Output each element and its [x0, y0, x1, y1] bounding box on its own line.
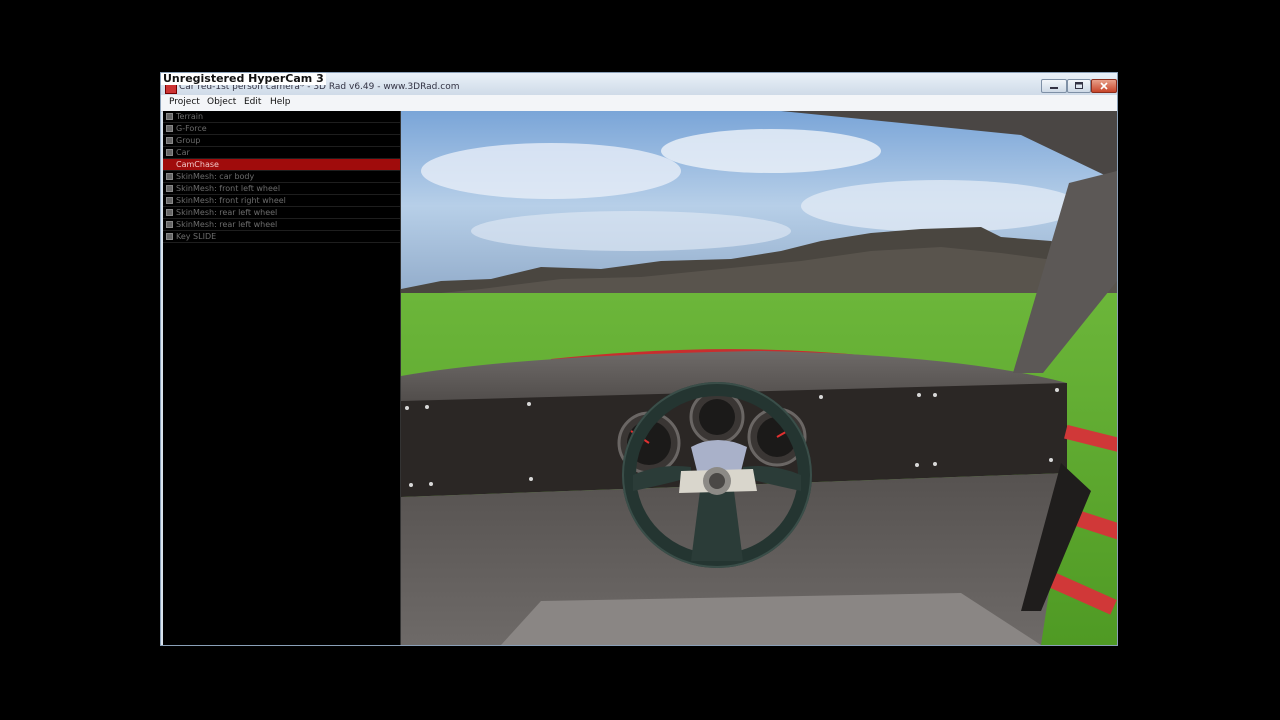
- object-icon: [166, 185, 173, 192]
- tree-item-skinmesh-front-right-wheel[interactable]: SkinMesh: front right wheel: [163, 195, 400, 207]
- cockpit-scene: [401, 111, 1117, 645]
- tree-item-skinmesh-car-body[interactable]: SkinMesh: car body: [163, 171, 400, 183]
- object-icon: [166, 113, 173, 120]
- menu-bar: Project Object Edit Help: [161, 95, 1117, 112]
- tree-item-label: Car: [176, 148, 190, 157]
- menu-object[interactable]: Object: [207, 97, 236, 107]
- maximize-button[interactable]: [1067, 79, 1091, 93]
- tree-item-label: SkinMesh: car body: [176, 172, 255, 181]
- object-icon: [166, 221, 173, 228]
- cockpit-floor-lower: [501, 593, 1041, 645]
- object-icon: [166, 209, 173, 216]
- minimize-button[interactable]: [1041, 79, 1067, 93]
- object-icon: [166, 137, 173, 144]
- maximize-icon: [1075, 82, 1083, 89]
- menu-help[interactable]: Help: [270, 97, 291, 107]
- cloud: [801, 180, 1081, 232]
- tree-item-label: SkinMesh: front left wheel: [176, 184, 281, 193]
- app-window: Car red-1st person camera* - 3D Rad v6.4…: [160, 72, 1118, 646]
- tree-item-label: G-Force: [176, 124, 207, 133]
- tree-item-label: Group: [176, 136, 201, 145]
- tree-item-skinmesh-front-left-wheel[interactable]: SkinMesh: front left wheel: [163, 183, 400, 195]
- tree-item-label: CamChase: [176, 160, 219, 169]
- tree-item-terrain[interactable]: Terrain: [163, 111, 400, 123]
- object-icon: [166, 233, 173, 240]
- object-icon: [166, 125, 173, 132]
- tree-item-label: SkinMesh: rear left wheel: [176, 208, 278, 217]
- menu-project[interactable]: Project: [169, 97, 200, 107]
- tree-item-skinmesh-rear-left-wheel[interactable]: SkinMesh: rear left wheel: [163, 207, 400, 219]
- tree-item-camchase[interactable]: CamChase: [163, 159, 400, 171]
- tree-item-label: SkinMesh: rear left wheel: [176, 220, 278, 229]
- title-bar[interactable]: Car red-1st person camera* - 3D Rad v6.4…: [161, 73, 1117, 95]
- object-icon: [166, 173, 173, 180]
- recorder-watermark: Unregistered HyperCam 3: [161, 72, 326, 85]
- object-icon: [166, 149, 173, 156]
- cloud: [661, 129, 881, 173]
- close-button[interactable]: [1091, 79, 1117, 93]
- tree-item-gforce[interactable]: G-Force: [163, 123, 400, 135]
- tree-item-key-slide[interactable]: Key SLIDE: [163, 231, 400, 243]
- 3d-viewport[interactable]: [401, 111, 1117, 645]
- close-icon: [1100, 82, 1108, 90]
- object-tree-panel: Terrain G-Force Group Car CamChase SkinM…: [163, 111, 401, 645]
- tree-item-label: Terrain: [176, 112, 204, 121]
- tree-item-skinmesh-rear-left-wheel-2[interactable]: SkinMesh: rear left wheel: [163, 219, 400, 231]
- tree-item-group[interactable]: Group: [163, 135, 400, 147]
- tree-item-label: Key SLIDE: [176, 232, 217, 241]
- cloud: [421, 143, 681, 199]
- tree-item-car[interactable]: Car: [163, 147, 400, 159]
- cloud: [471, 211, 791, 251]
- gauge-panel-light: [691, 440, 747, 471]
- tree-item-label: SkinMesh: front right wheel: [176, 196, 286, 205]
- minimize-icon: [1050, 87, 1058, 89]
- object-icon: [166, 197, 173, 204]
- menu-edit[interactable]: Edit: [244, 97, 261, 107]
